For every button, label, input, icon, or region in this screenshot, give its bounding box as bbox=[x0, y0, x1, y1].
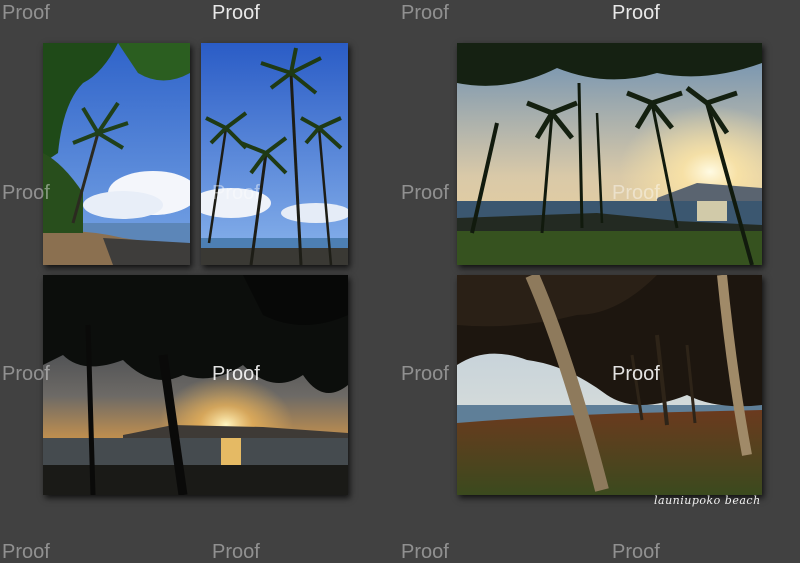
photo-palms-sunset-image bbox=[457, 43, 762, 265]
photo-palm-shore-image bbox=[43, 43, 190, 265]
watermark-proof-bottom-right: Proof bbox=[612, 541, 660, 563]
watermark-proof-low-center-right: Proof bbox=[401, 363, 449, 385]
photo-silhouette-sunset[interactable] bbox=[43, 275, 348, 495]
watermark-proof-top-right: Proof bbox=[612, 2, 660, 24]
photo-tall-palms[interactable] bbox=[201, 43, 348, 265]
watermark-proof-bottom-center-left: Proof bbox=[212, 541, 260, 563]
watermark-proof-bottom-center-right: Proof bbox=[401, 541, 449, 563]
photo-leaning-trunks[interactable] bbox=[457, 275, 762, 495]
photo-silhouette-sunset-image bbox=[43, 275, 348, 495]
watermark-proof-top-center-left: Proof bbox=[212, 2, 260, 24]
photo-leaning-trunks-image bbox=[457, 275, 762, 495]
photo-palms-sunset[interactable] bbox=[457, 43, 762, 265]
photo-caption: launiupoko beach bbox=[654, 494, 761, 507]
photo-palm-shore[interactable] bbox=[43, 43, 190, 265]
watermark-proof-top-left: Proof bbox=[2, 2, 50, 24]
photo-tall-palms-image bbox=[201, 43, 348, 265]
watermark-proof-bottom-left: Proof bbox=[2, 541, 50, 563]
watermark-proof-mid-center-right: Proof bbox=[401, 182, 449, 204]
watermark-proof-top-center-right: Proof bbox=[401, 2, 449, 24]
